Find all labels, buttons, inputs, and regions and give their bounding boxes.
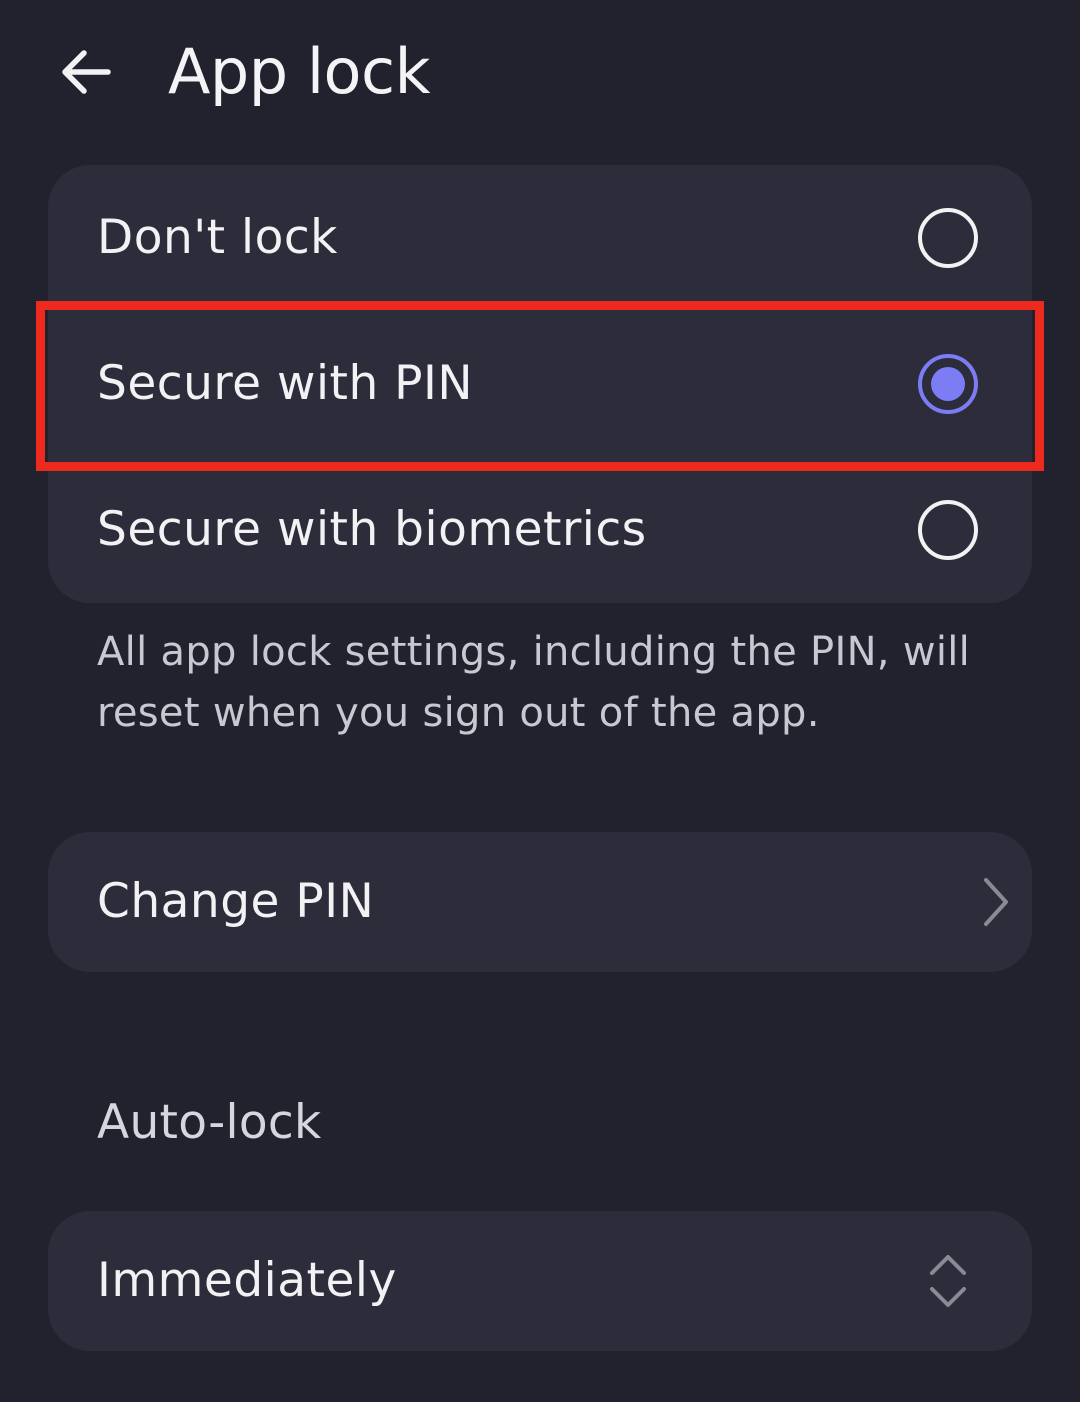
radio-button-unselected[interactable] bbox=[918, 208, 978, 268]
chevron-up-down-icon bbox=[930, 1255, 966, 1307]
auto-lock-select[interactable]: Immediately bbox=[48, 1211, 1032, 1351]
option-label: Secure with biometrics bbox=[97, 502, 647, 557]
page-title: App lock bbox=[168, 35, 430, 108]
option-label: Don't lock bbox=[97, 210, 338, 265]
radio-button-unselected[interactable] bbox=[918, 500, 978, 560]
lock-options-card: Don't lock Secure with PIN Secure with b… bbox=[48, 165, 1032, 603]
option-label: Secure with PIN bbox=[97, 356, 474, 411]
app-bar: App lock bbox=[0, 0, 1080, 150]
option-dont-lock[interactable]: Don't lock bbox=[48, 165, 1032, 311]
change-pin-row[interactable]: Change PIN bbox=[48, 832, 1032, 972]
auto-lock-heading: Auto-lock bbox=[97, 1095, 322, 1150]
arrow-left-icon bbox=[62, 50, 111, 94]
app-lock-note: All app lock settings, including the PIN… bbox=[97, 629, 971, 736]
auto-lock-value: Immediately bbox=[97, 1253, 397, 1308]
radio-dot bbox=[931, 367, 965, 401]
option-secure-with-pin[interactable]: Secure with PIN bbox=[48, 311, 1032, 457]
back-button[interactable] bbox=[50, 36, 122, 108]
option-secure-with-biometrics[interactable]: Secure with biometrics bbox=[48, 457, 1032, 603]
change-pin-label: Change PIN bbox=[97, 874, 375, 929]
radio-button-selected[interactable] bbox=[918, 354, 978, 414]
chevron-right-icon bbox=[984, 878, 1008, 926]
